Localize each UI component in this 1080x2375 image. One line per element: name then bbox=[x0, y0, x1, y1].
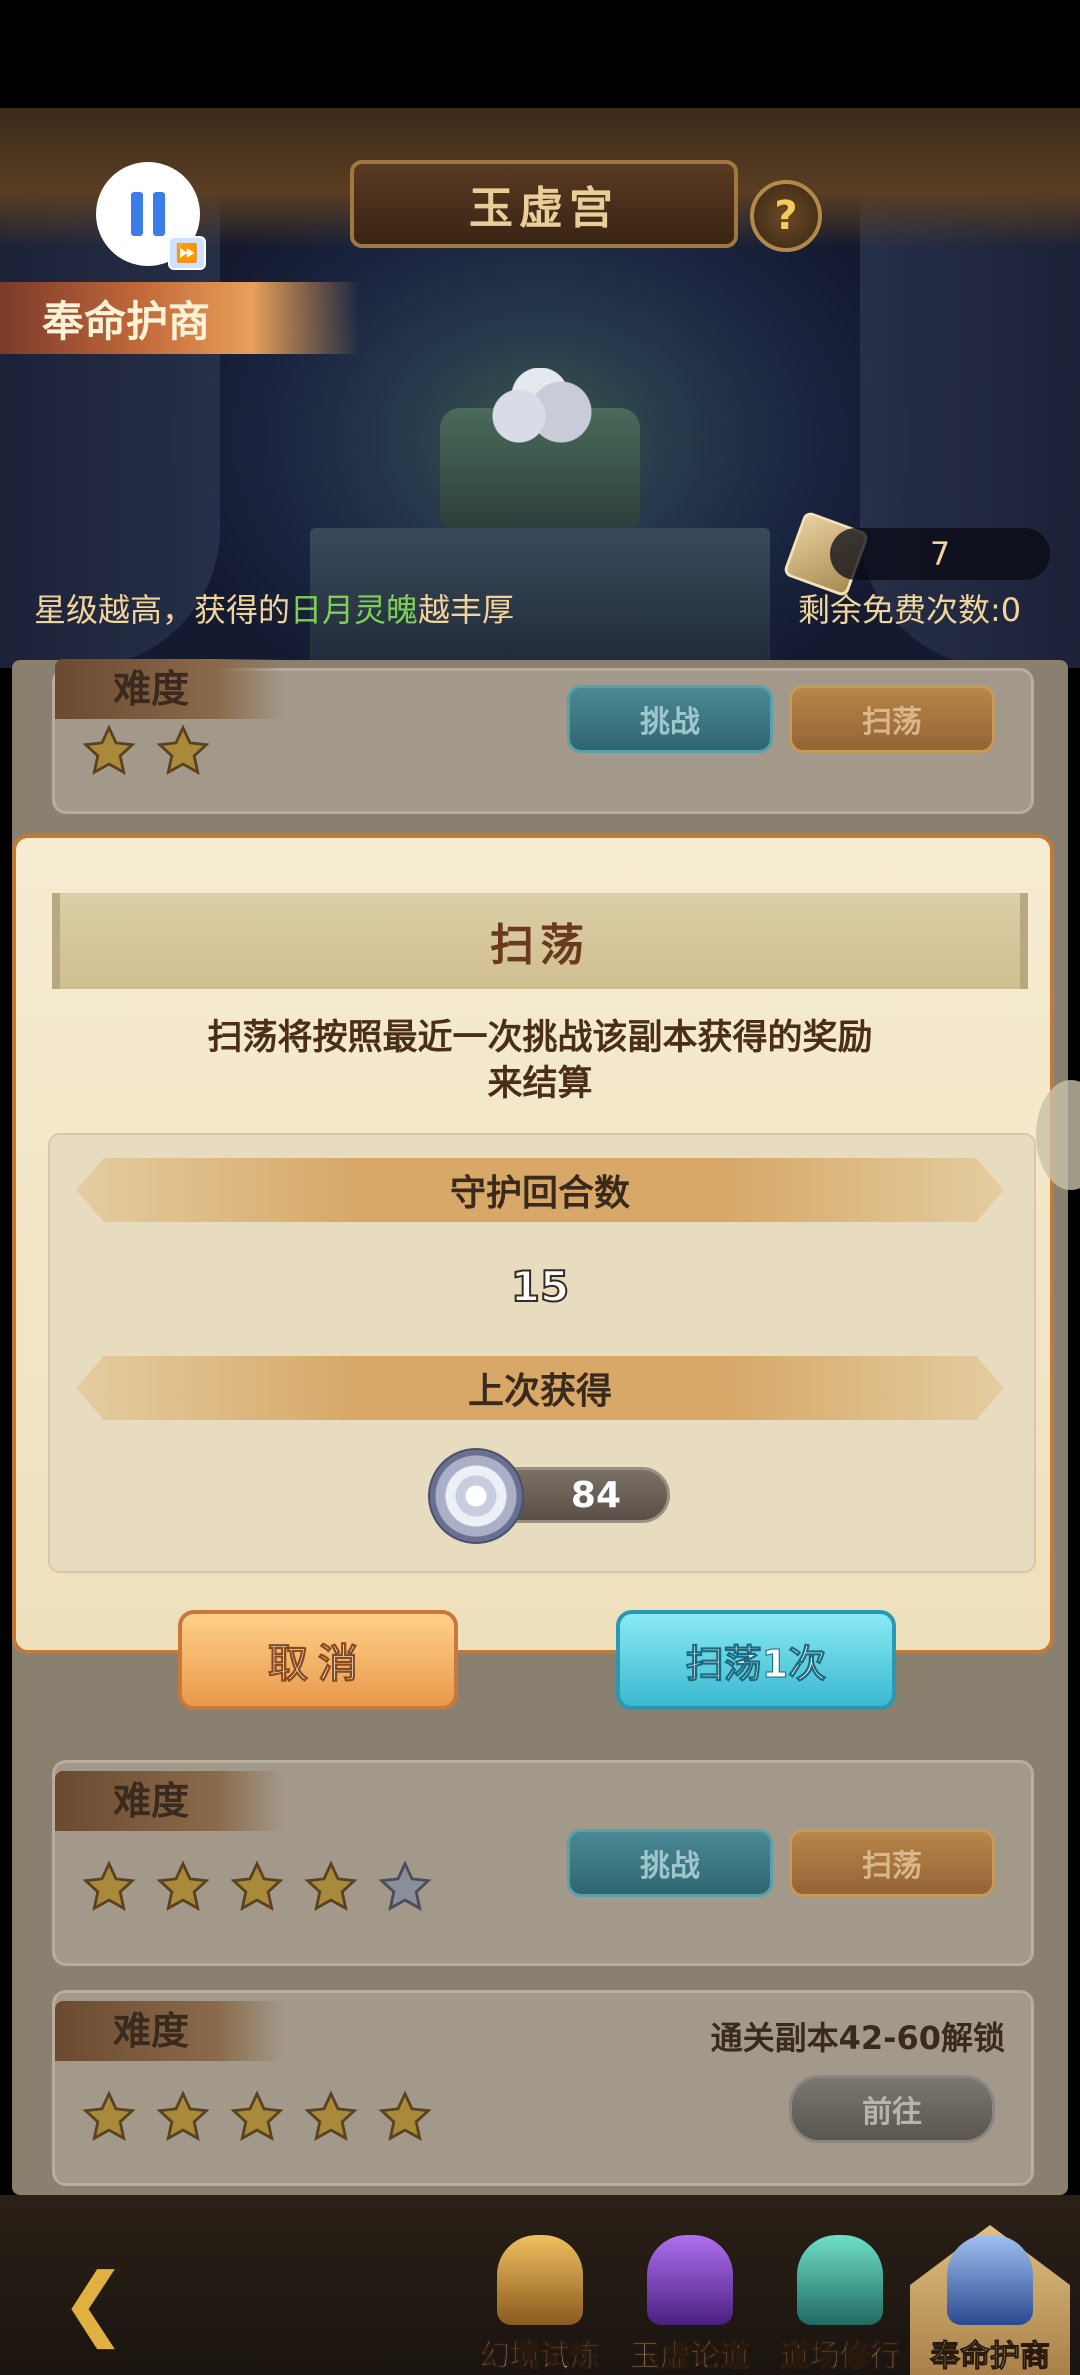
star-icon bbox=[304, 1860, 358, 1911]
dialog-description: 扫荡将按照最近一次挑战该副本获得的奖励 来结算 bbox=[60, 1015, 1020, 1107]
crystal-icon bbox=[797, 2235, 883, 2325]
nav-item-dojo-training[interactable]: 道场修行 bbox=[770, 2230, 910, 2375]
crystal-icon bbox=[497, 2235, 583, 2325]
spirit-orb-icon bbox=[428, 1448, 524, 1544]
crystal-icon bbox=[647, 2235, 733, 2325]
star-icon bbox=[156, 1860, 210, 1911]
free-times-label: 剩余免费次数:0 bbox=[798, 591, 1022, 629]
page-title: 玉虚宫 bbox=[350, 160, 738, 248]
nav-label: 幻境试炼 bbox=[480, 2339, 601, 2375]
nav-label: 奉命护商 bbox=[930, 2339, 1051, 2375]
star-icon bbox=[82, 2090, 136, 2141]
hint-prefix: 星级越高，获得的 bbox=[34, 591, 291, 629]
sweep-once-button[interactable]: 扫荡1次 bbox=[616, 1610, 896, 1710]
fast-forward-icon[interactable]: ⏩ bbox=[168, 236, 206, 270]
nav-label: 道场修行 bbox=[780, 2339, 901, 2375]
rounds-value: 15 bbox=[510, 1261, 570, 1312]
crystal-icon bbox=[947, 2235, 1033, 2325]
star-icon bbox=[230, 2090, 284, 2141]
nav-item-yuxu-debate[interactable]: 玉虚论道 bbox=[620, 2230, 760, 2375]
hint-suffix: 越丰厚 bbox=[418, 591, 515, 629]
back-arrow-icon[interactable]: ❮ bbox=[60, 2263, 150, 2343]
half-star-icon bbox=[378, 1860, 432, 1911]
challenge-button[interactable]: 挑战 bbox=[567, 685, 773, 753]
list-item: 难度 挑战 扫荡 bbox=[52, 1760, 1034, 1966]
last-reward-label: 上次获得 bbox=[76, 1356, 1004, 1420]
list-item: 难度 通关副本42-60解锁 前往 bbox=[52, 1990, 1034, 2186]
hint-highlight: 日月灵魄 bbox=[290, 591, 419, 629]
star-icon bbox=[378, 2090, 432, 2141]
difficulty-label: 难度 bbox=[55, 2001, 285, 2061]
star-icon bbox=[82, 724, 136, 775]
star-icon bbox=[156, 2090, 210, 2141]
nav-item-escort-merchant[interactable]: 奉命护商 bbox=[920, 2230, 1060, 2375]
help-button[interactable]: ? bbox=[750, 180, 822, 252]
cancel-button[interactable]: 取消 bbox=[178, 1610, 458, 1710]
mode-banner: 奉命护商 bbox=[0, 282, 360, 354]
challenge-button[interactable]: 挑战 bbox=[567, 1829, 773, 1897]
list-item: 难度 挑战 扫荡 bbox=[52, 659, 1034, 814]
cloud-orb bbox=[470, 368, 610, 448]
ticket-count: 7 bbox=[830, 528, 1050, 580]
star-icon bbox=[304, 2090, 358, 2141]
dialog-title: 扫荡 bbox=[52, 893, 1028, 989]
star-icon bbox=[156, 724, 210, 775]
description-line-1: 扫荡将按照最近一次挑战该副本获得的奖励 bbox=[207, 1018, 873, 1058]
nav-label: 玉虚论道 bbox=[630, 2339, 751, 2375]
difficulty-label: 难度 bbox=[55, 659, 285, 719]
sweep-button[interactable]: 扫荡 bbox=[789, 685, 995, 753]
pause-icon bbox=[131, 192, 165, 236]
status-bar-area bbox=[0, 0, 1080, 108]
nav-item-illusion-trial[interactable]: 幻境试炼 bbox=[470, 2230, 610, 2375]
go-button[interactable]: 前往 bbox=[789, 2075, 995, 2143]
sweep-button[interactable]: 扫荡 bbox=[789, 1829, 995, 1897]
unlock-requirement: 通关副本42-60解锁 bbox=[710, 2019, 1005, 2057]
star-icon bbox=[230, 1860, 284, 1911]
star-icon bbox=[82, 1860, 136, 1911]
difficulty-label: 难度 bbox=[55, 1771, 285, 1831]
reward-hint: 星级越高，获得的日月灵魄越丰厚 bbox=[34, 585, 514, 631]
rounds-label: 守护回合数 bbox=[76, 1158, 1004, 1222]
description-line-2: 来结算 bbox=[487, 1064, 593, 1104]
